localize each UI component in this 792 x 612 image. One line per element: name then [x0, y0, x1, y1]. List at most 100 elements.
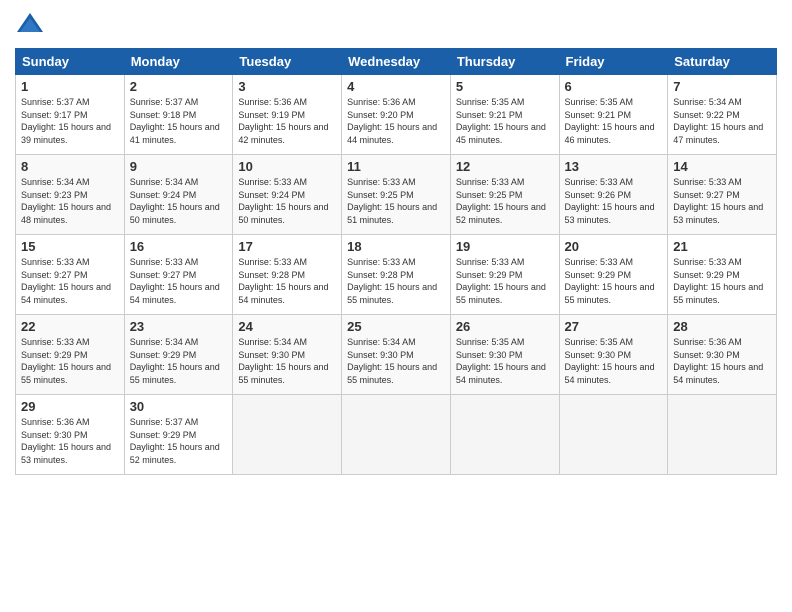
- day-info: Sunrise: 5:34 AMSunset: 9:24 PMDaylight:…: [130, 176, 228, 226]
- day-number: 25: [347, 319, 445, 334]
- day-info: Sunrise: 5:37 AMSunset: 9:17 PMDaylight:…: [21, 96, 119, 146]
- calendar-cell: 20 Sunrise: 5:33 AMSunset: 9:29 PMDayligh…: [559, 235, 668, 315]
- week-row-5: 29 Sunrise: 5:36 AMSunset: 9:30 PMDayligh…: [16, 395, 777, 475]
- day-number: 6: [565, 79, 663, 94]
- day-number: 16: [130, 239, 228, 254]
- day-info: Sunrise: 5:35 AMSunset: 9:30 PMDaylight:…: [456, 336, 554, 386]
- day-info: Sunrise: 5:37 AMSunset: 9:18 PMDaylight:…: [130, 96, 228, 146]
- day-info: Sunrise: 5:33 AMSunset: 9:28 PMDaylight:…: [347, 256, 445, 306]
- logo: [15, 10, 49, 40]
- day-number: 8: [21, 159, 119, 174]
- calendar-cell: 8 Sunrise: 5:34 AMSunset: 9:23 PMDaylight…: [16, 155, 125, 235]
- header-cell-sunday: Sunday: [16, 49, 125, 75]
- header-cell-wednesday: Wednesday: [342, 49, 451, 75]
- day-number: 12: [456, 159, 554, 174]
- day-number: 20: [565, 239, 663, 254]
- day-number: 10: [238, 159, 336, 174]
- calendar-cell: [450, 395, 559, 475]
- day-number: 4: [347, 79, 445, 94]
- day-number: 29: [21, 399, 119, 414]
- week-row-3: 15 Sunrise: 5:33 AMSunset: 9:27 PMDayligh…: [16, 235, 777, 315]
- day-info: Sunrise: 5:34 AMSunset: 9:29 PMDaylight:…: [130, 336, 228, 386]
- calendar-cell: 23 Sunrise: 5:34 AMSunset: 9:29 PMDayligh…: [124, 315, 233, 395]
- calendar-cell: 12Sunrise: 5:33 AMSunset: 9:25 PMDayligh…: [450, 155, 559, 235]
- day-number: 2: [130, 79, 228, 94]
- day-info: Sunrise: 5:34 AMSunset: 9:22 PMDaylight:…: [673, 96, 771, 146]
- day-info: Sunrise: 5:33 AMSunset: 9:27 PMDaylight:…: [130, 256, 228, 306]
- week-row-1: 1 Sunrise: 5:37 AMSunset: 9:17 PMDaylight…: [16, 75, 777, 155]
- calendar-cell: 19 Sunrise: 5:33 AMSunset: 9:29 PMDayligh…: [450, 235, 559, 315]
- day-number: 17: [238, 239, 336, 254]
- calendar-cell: [668, 395, 777, 475]
- calendar-cell: 9 Sunrise: 5:34 AMSunset: 9:24 PMDaylight…: [124, 155, 233, 235]
- calendar-cell: 6 Sunrise: 5:35 AMSunset: 9:21 PMDaylight…: [559, 75, 668, 155]
- day-info: Sunrise: 5:36 AMSunset: 9:30 PMDaylight:…: [21, 416, 119, 466]
- day-info: Sunrise: 5:33 AMSunset: 9:25 PMDaylight:…: [347, 176, 445, 226]
- day-number: 1: [21, 79, 119, 94]
- day-number: 7: [673, 79, 771, 94]
- day-number: 26: [456, 319, 554, 334]
- day-number: 9: [130, 159, 228, 174]
- day-number: 15: [21, 239, 119, 254]
- page: SundayMondayTuesdayWednesdayThursdayFrid…: [0, 0, 792, 612]
- calendar-cell: 3Sunrise: 5:36 AMSunset: 9:19 PMDaylight…: [233, 75, 342, 155]
- day-info: Sunrise: 5:36 AMSunset: 9:19 PMDaylight:…: [238, 96, 336, 146]
- day-info: Sunrise: 5:33 AMSunset: 9:29 PMDaylight:…: [456, 256, 554, 306]
- header-cell-thursday: Thursday: [450, 49, 559, 75]
- day-info: Sunrise: 5:34 AMSunset: 9:30 PMDaylight:…: [347, 336, 445, 386]
- day-info: Sunrise: 5:33 AMSunset: 9:28 PMDaylight:…: [238, 256, 336, 306]
- day-info: Sunrise: 5:35 AMSunset: 9:21 PMDaylight:…: [565, 96, 663, 146]
- day-info: Sunrise: 5:33 AMSunset: 9:27 PMDaylight:…: [21, 256, 119, 306]
- header-cell-monday: Monday: [124, 49, 233, 75]
- day-info: Sunrise: 5:33 AMSunset: 9:27 PMDaylight:…: [673, 176, 771, 226]
- calendar-cell: 30 Sunrise: 5:37 AMSunset: 9:29 PMDayligh…: [124, 395, 233, 475]
- calendar-cell: [233, 395, 342, 475]
- calendar-cell: 13 Sunrise: 5:33 AMSunset: 9:26 PMDayligh…: [559, 155, 668, 235]
- day-info: Sunrise: 5:34 AMSunset: 9:30 PMDaylight:…: [238, 336, 336, 386]
- header-cell-friday: Friday: [559, 49, 668, 75]
- day-number: 30: [130, 399, 228, 414]
- calendar-cell: 29 Sunrise: 5:36 AMSunset: 9:30 PMDayligh…: [16, 395, 125, 475]
- header: [15, 10, 777, 40]
- header-cell-saturday: Saturday: [668, 49, 777, 75]
- day-info: Sunrise: 5:33 AMSunset: 9:29 PMDaylight:…: [565, 256, 663, 306]
- day-number: 11: [347, 159, 445, 174]
- calendar-cell: 17 Sunrise: 5:33 AMSunset: 9:28 PMDayligh…: [233, 235, 342, 315]
- calendar-cell: 26 Sunrise: 5:35 AMSunset: 9:30 PMDayligh…: [450, 315, 559, 395]
- calendar-cell: 1 Sunrise: 5:37 AMSunset: 9:17 PMDaylight…: [16, 75, 125, 155]
- day-number: 13: [565, 159, 663, 174]
- day-number: 28: [673, 319, 771, 334]
- calendar-cell: 22 Sunrise: 5:33 AMSunset: 9:29 PMDayligh…: [16, 315, 125, 395]
- calendar-cell: [559, 395, 668, 475]
- day-number: 19: [456, 239, 554, 254]
- calendar: SundayMondayTuesdayWednesdayThursdayFrid…: [15, 48, 777, 475]
- calendar-cell: 4 Sunrise: 5:36 AMSunset: 9:20 PMDaylight…: [342, 75, 451, 155]
- header-cell-tuesday: Tuesday: [233, 49, 342, 75]
- calendar-cell: 21Sunrise: 5:33 AMSunset: 9:29 PMDayligh…: [668, 235, 777, 315]
- calendar-cell: 28 Sunrise: 5:36 AMSunset: 9:30 PMDayligh…: [668, 315, 777, 395]
- calendar-cell: 11 Sunrise: 5:33 AMSunset: 9:25 PMDayligh…: [342, 155, 451, 235]
- day-info: Sunrise: 5:33 AMSunset: 9:29 PMDaylight:…: [21, 336, 119, 386]
- day-info: Sunrise: 5:36 AMSunset: 9:20 PMDaylight:…: [347, 96, 445, 146]
- day-info: Sunrise: 5:33 AMSunset: 9:26 PMDaylight:…: [565, 176, 663, 226]
- day-number: 27: [565, 319, 663, 334]
- day-info: Sunrise: 5:35 AMSunset: 9:30 PMDaylight:…: [565, 336, 663, 386]
- day-number: 18: [347, 239, 445, 254]
- calendar-cell: 10 Sunrise: 5:33 AMSunset: 9:24 PMDayligh…: [233, 155, 342, 235]
- day-info: Sunrise: 5:36 AMSunset: 9:30 PMDaylight:…: [673, 336, 771, 386]
- header-row: SundayMondayTuesdayWednesdayThursdayFrid…: [16, 49, 777, 75]
- calendar-cell: 5Sunrise: 5:35 AMSunset: 9:21 PMDaylight…: [450, 75, 559, 155]
- day-info: Sunrise: 5:33 AMSunset: 9:24 PMDaylight:…: [238, 176, 336, 226]
- calendar-cell: 27 Sunrise: 5:35 AMSunset: 9:30 PMDayligh…: [559, 315, 668, 395]
- day-number: 23: [130, 319, 228, 334]
- day-info: Sunrise: 5:34 AMSunset: 9:23 PMDaylight:…: [21, 176, 119, 226]
- day-info: Sunrise: 5:35 AMSunset: 9:21 PMDaylight:…: [456, 96, 554, 146]
- day-info: Sunrise: 5:37 AMSunset: 9:29 PMDaylight:…: [130, 416, 228, 466]
- day-number: 24: [238, 319, 336, 334]
- day-number: 22: [21, 319, 119, 334]
- calendar-cell: [342, 395, 451, 475]
- day-info: Sunrise: 5:33 AMSunset: 9:29 PMDaylight:…: [673, 256, 771, 306]
- calendar-cell: 18 Sunrise: 5:33 AMSunset: 9:28 PMDayligh…: [342, 235, 451, 315]
- week-row-4: 22 Sunrise: 5:33 AMSunset: 9:29 PMDayligh…: [16, 315, 777, 395]
- calendar-cell: 24 Sunrise: 5:34 AMSunset: 9:30 PMDayligh…: [233, 315, 342, 395]
